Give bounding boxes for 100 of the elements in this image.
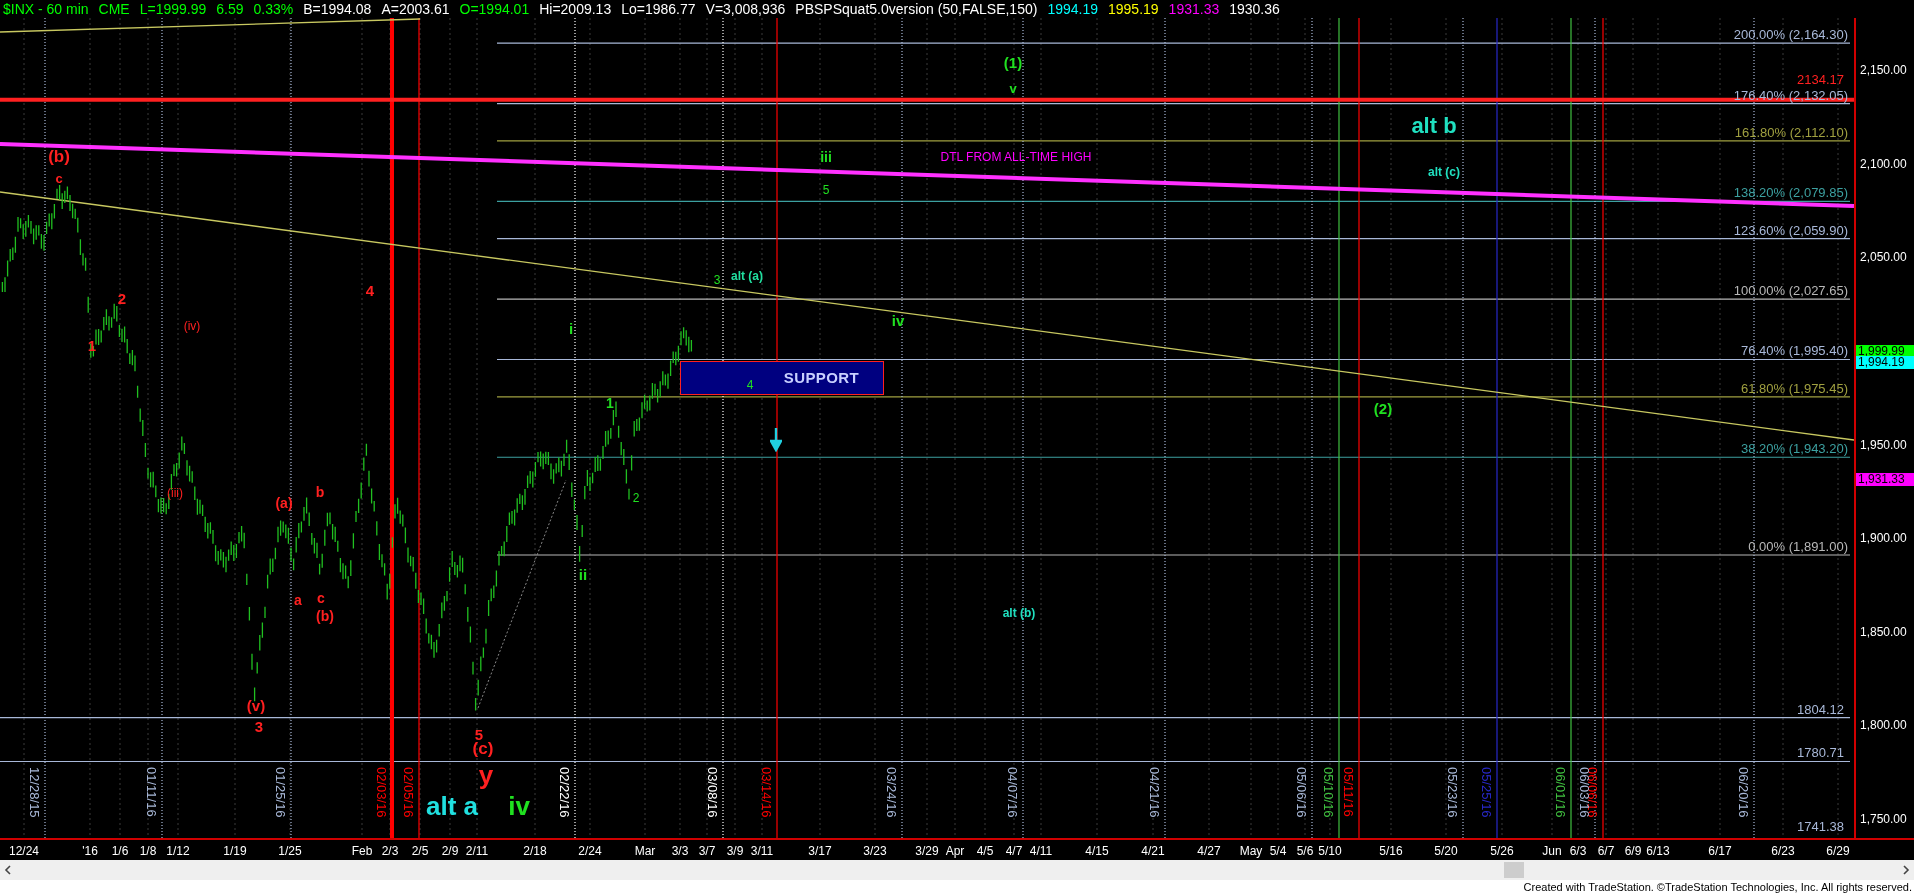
wave-label: 3 (713, 274, 721, 286)
quote-value: B=1994.08 (303, 2, 372, 16)
quote-value: 0.33% (253, 2, 294, 16)
date-tick-label: 6/23 (1771, 845, 1795, 857)
date-marker-label: 05/10/16 (1322, 767, 1335, 818)
wave-label: (iv) (183, 320, 201, 332)
date-tick-label: May (1239, 845, 1263, 857)
date-marker-label: 03/14/16 (760, 767, 773, 818)
quote-value: 1994.19 (1047, 2, 1098, 16)
quote-value: Hi=2009.13 (539, 2, 612, 16)
fib-label: 61.80% (1,975.45) (1741, 381, 1848, 395)
date-marker-label: 03/24/16 (885, 767, 898, 818)
wave-label: c (317, 591, 325, 605)
quote-value: PBSPSquat5.0version (50,FALSE,150) (795, 2, 1038, 16)
wave-label: iii (820, 150, 832, 164)
wave-label: i (568, 320, 574, 336)
resistance-label: 2134.17 (1797, 72, 1844, 86)
scrollbar-thumb[interactable] (1504, 862, 1524, 878)
quote-value: 1931.33 (1168, 2, 1220, 16)
date-tick-label: 2/9 (441, 845, 459, 857)
date-tick-label: 4/11 (1029, 845, 1053, 857)
wave-label: 3 (254, 718, 264, 734)
date-tick-label: 1/19 (223, 845, 247, 857)
scroll-right-icon[interactable] (1902, 865, 1910, 875)
wave-label: alt b (1411, 115, 1457, 137)
date-tick-label: 2/18 (523, 845, 547, 857)
date-marker-label: 03/08/16 (706, 767, 719, 818)
price-tick-label: 1,950.00 (1860, 438, 1907, 451)
wave-label: (2) (1373, 400, 1393, 416)
date-tick-label: Mar (634, 845, 656, 857)
wave-label: c (55, 171, 63, 185)
price-tick-label: 2,050.00 (1860, 251, 1907, 264)
date-marker-label: 05/25/16 (1480, 767, 1493, 818)
date-tick-label: 5/16 (1379, 845, 1403, 857)
date-tick-label: '16 (82, 845, 98, 857)
date-tick-label: 4/5 (976, 845, 994, 857)
fib-label: 0.00% (1,891.00) (1748, 539, 1848, 553)
date-tick-label: 3/23 (863, 845, 887, 857)
quote-value: A=2003.61 (381, 2, 450, 16)
wave-label: 4 (746, 379, 754, 391)
date-marker-label: 06/01/16 (1554, 767, 1567, 818)
wave-label: (iii) (167, 487, 183, 499)
date-tick-label: 3/3 (671, 845, 689, 857)
price-tick-label: 1,850.00 (1860, 625, 1907, 638)
fib-label: 123.60% (2,059.90) (1733, 223, 1848, 237)
level-label: 1804.12 (1797, 702, 1844, 716)
wave-label: (v) (246, 697, 266, 713)
date-tick-label: 2/3 (381, 845, 399, 857)
quote-value: $INX - 60 min (3, 2, 89, 16)
wave-label: alt (b) (1002, 607, 1036, 619)
wave-label: 5 (474, 726, 484, 742)
wave-label: alt a (426, 793, 478, 819)
date-tick-label: 3/11 (750, 845, 774, 857)
level-label: 1741.38 (1797, 820, 1844, 834)
wave-label: DTL FROM ALL-TIME HIGH (940, 151, 1092, 163)
date-tick-label: 5/20 (1434, 845, 1458, 857)
support-label: SUPPORT (783, 367, 859, 388)
date-tick-label: 3/9 (726, 845, 744, 857)
wave-label: alt (a) (731, 270, 763, 282)
date-tick-label: 2/5 (411, 845, 429, 857)
date-tick-label: Feb (351, 845, 373, 857)
date-tick-label: Apr (945, 845, 965, 857)
horizontal-scrollbar[interactable] (0, 860, 1914, 880)
date-marker-label: 06/20/16 (1737, 767, 1750, 818)
wave-label: y (478, 762, 494, 788)
date-tick-label: 1/12 (166, 845, 190, 857)
fib-label: 100.00% (2,027.65) (1733, 284, 1848, 298)
wave-label: iv (891, 312, 905, 328)
date-tick-label: 1/25 (278, 845, 302, 857)
wave-label: 1 (87, 337, 97, 353)
date-tick-label: 6/13 (1646, 845, 1670, 857)
fib-label: 161.80% (2,112.10) (1734, 125, 1848, 139)
wave-label: (a) (275, 496, 293, 510)
fib-label: 76.40% (1,995.40) (1741, 344, 1848, 358)
date-tick-label: 6/3 (1569, 845, 1587, 857)
price-tick-label: 1,750.00 (1860, 813, 1907, 825)
wave-label: 2 (632, 492, 640, 504)
scroll-left-icon[interactable] (4, 865, 12, 875)
date-tick-label: 4/27 (1197, 845, 1221, 857)
quote-value: O=1994.01 (459, 2, 530, 16)
fib-label: 138.20% (2,079.85) (1733, 186, 1848, 200)
date-tick-label: 3/7 (698, 845, 716, 857)
date-tick-label: 5/10 (1318, 845, 1342, 857)
wave-label: 1 (606, 396, 614, 410)
price-tick-label: 1,900.00 (1860, 532, 1907, 545)
date-tick-label: 4/21 (1141, 845, 1165, 857)
quote-value: Lo=1986.77 (621, 2, 696, 16)
date-tick-label: 5/6 (1296, 845, 1314, 857)
date-tick-label: 2/11 (465, 845, 489, 857)
date-tick-label: 5/4 (1269, 845, 1287, 857)
fib-label: 38.20% (1,943.20) (1741, 442, 1848, 456)
wave-label: 4 (365, 282, 375, 298)
date-marker-label: 04/07/16 (1006, 767, 1019, 818)
quote-value: 1995.19 (1108, 2, 1159, 16)
date-tick-label: 6/7 (1597, 845, 1615, 857)
wave-label: iv (508, 793, 530, 819)
date-marker-label: 02/05/16 (402, 767, 415, 818)
date-tick-label: 4/15 (1085, 845, 1109, 857)
wave-label: a (294, 593, 302, 607)
price-tick-label: 2,150.00 (1860, 64, 1907, 76)
